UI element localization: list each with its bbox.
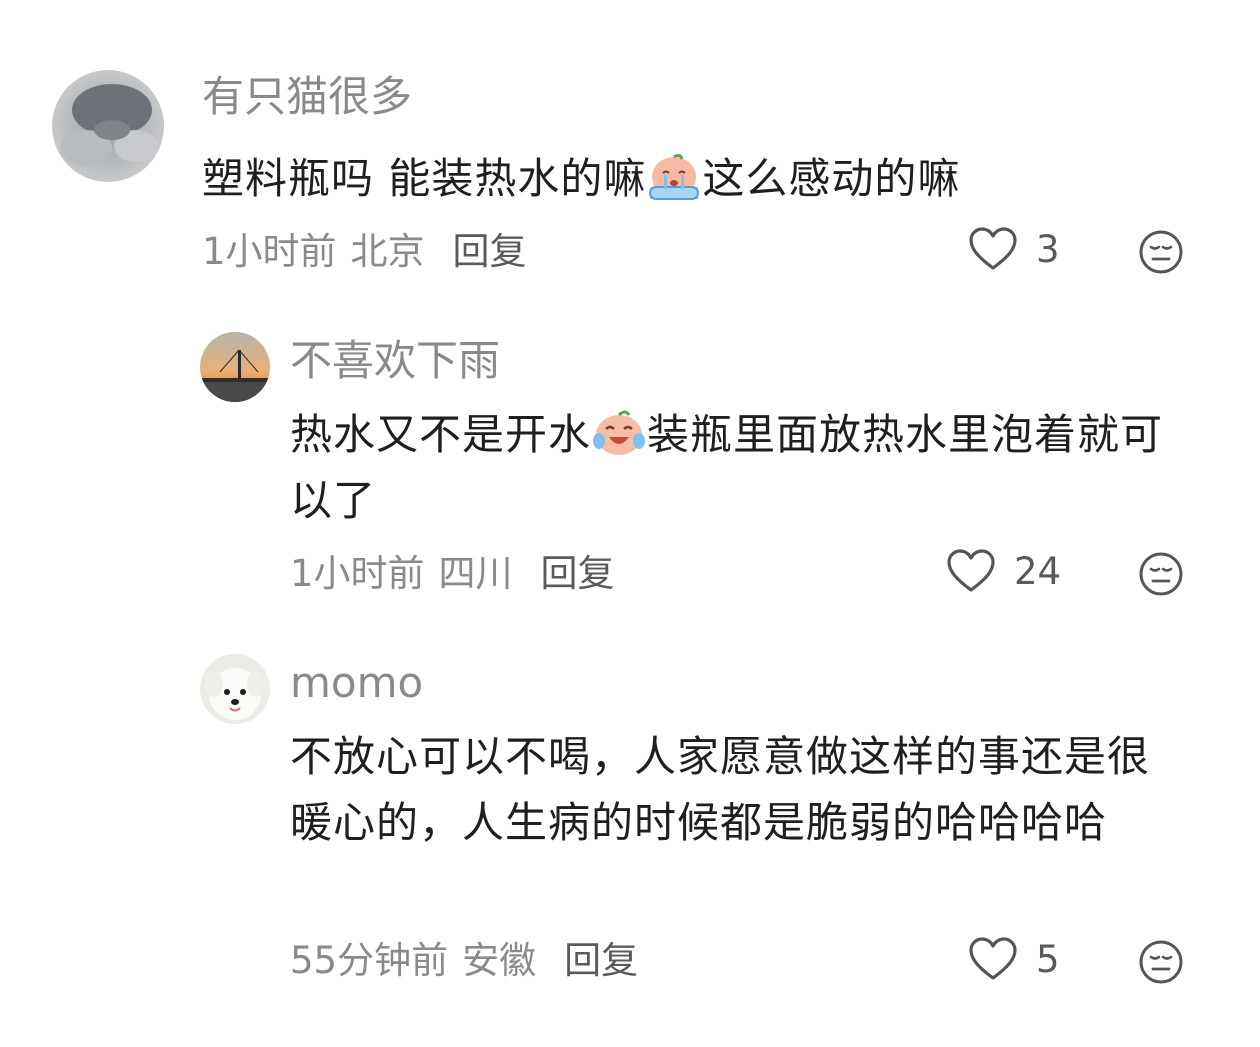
reply-button[interactable]: 回复 bbox=[564, 939, 638, 982]
like-count: 3 bbox=[1036, 227, 1060, 271]
comment-username[interactable]: momo bbox=[290, 662, 423, 704]
comment-text-part: 这么感动的嘛 bbox=[702, 154, 961, 203]
comment-text: 热水又不是开水 装瓶里面放热水里泡着就可以了 bbox=[290, 402, 1190, 534]
dislike-face-icon[interactable] bbox=[1138, 551, 1184, 597]
like-button[interactable]: 5 bbox=[968, 936, 1060, 982]
comment-time: 1小时前 bbox=[202, 230, 337, 273]
like-count: 5 bbox=[1036, 937, 1060, 981]
heart-icon bbox=[947, 549, 995, 592]
reply-button[interactable]: 回复 bbox=[453, 230, 527, 273]
comment-meta: 55分钟前 安徽 回复 bbox=[290, 942, 638, 979]
reply-button[interactable]: 回复 bbox=[541, 552, 615, 595]
comment-meta: 1小时前 北京 回复 bbox=[202, 233, 527, 270]
comment-time: 55分钟前 bbox=[290, 939, 449, 982]
comment-username[interactable]: 不喜欢下雨 bbox=[290, 340, 500, 382]
like-button[interactable]: 3 bbox=[968, 226, 1060, 272]
comment-text-part: 热水又不是开水 bbox=[290, 410, 592, 459]
crying-laughing-face-emoji-icon bbox=[593, 410, 646, 455]
like-button[interactable]: 24 bbox=[946, 548, 1061, 594]
comment-location: 北京 bbox=[350, 230, 425, 273]
crying-face-emoji-icon bbox=[649, 153, 700, 200]
heart-icon bbox=[969, 227, 1017, 270]
dislike-face-icon[interactable] bbox=[1138, 229, 1184, 275]
comment-text-part: 塑料瓶吗 能装热水的嘛 bbox=[202, 154, 647, 203]
avatar[interactable] bbox=[52, 70, 164, 182]
comment-text: 不放心可以不喝，人家愿意做这样的事还是很暖心的，人生病的时候都是脆弱的哈哈哈哈 bbox=[290, 732, 1151, 847]
comment-text: 塑料瓶吗 能装热水的嘛 这么感动的嘛 bbox=[202, 146, 1202, 212]
comment-location: 安徽 bbox=[462, 939, 537, 982]
comment-location: 四川 bbox=[438, 552, 513, 595]
comment-username[interactable]: 有只猫很多 bbox=[202, 76, 412, 118]
comment-meta: 1小时前 四川 回复 bbox=[290, 555, 615, 592]
avatar[interactable] bbox=[200, 654, 270, 724]
heart-icon bbox=[969, 937, 1017, 980]
dislike-face-icon[interactable] bbox=[1138, 939, 1184, 985]
like-count: 24 bbox=[1014, 549, 1062, 593]
comment-time: 1小时前 bbox=[290, 552, 425, 595]
avatar[interactable] bbox=[200, 332, 270, 402]
